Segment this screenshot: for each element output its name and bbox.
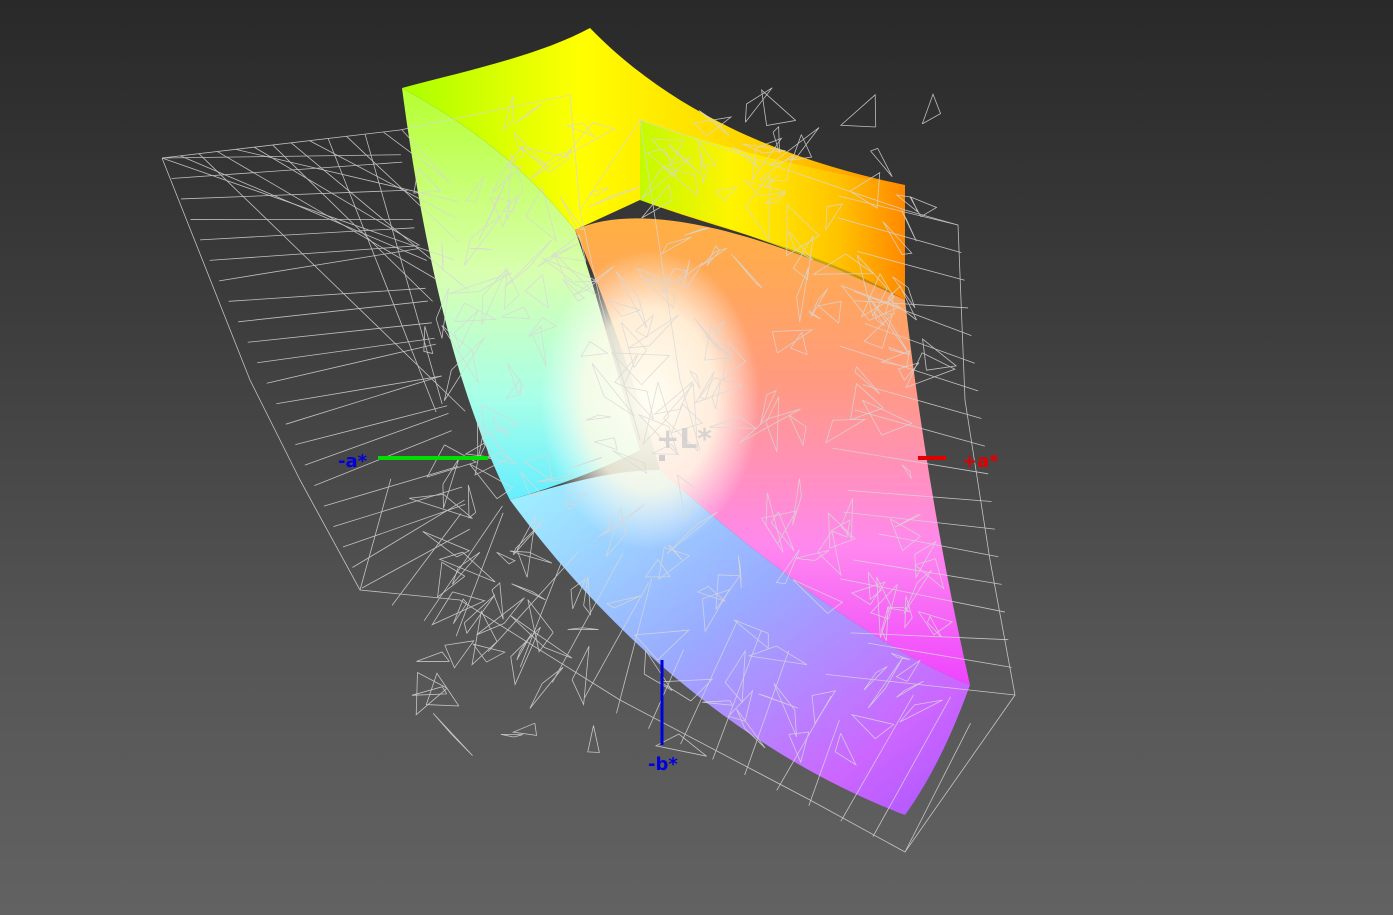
wireframe-line <box>455 512 504 637</box>
wireframe-line <box>219 248 419 282</box>
wireframe-triangle <box>510 626 541 686</box>
wireframe-triangle <box>444 640 475 669</box>
wireframe-triangle <box>529 666 564 709</box>
wireframe-triangle <box>425 672 460 707</box>
wireframe-triangle <box>870 147 893 177</box>
wireframe-line <box>423 505 503 622</box>
cielab-gamut-plot: +L* +a* -a* -b* <box>161 28 1016 853</box>
wireframe-line <box>161 157 455 261</box>
wireframe-triangle <box>744 87 773 123</box>
gamut-white-core <box>540 250 760 550</box>
wireframe-triangle <box>909 196 938 218</box>
wireframe-triangle <box>511 722 538 736</box>
wireframe-line <box>171 161 403 179</box>
wireframe-triangle <box>463 594 496 635</box>
wireframe-line <box>519 561 563 668</box>
wireframe-line <box>361 528 471 589</box>
wireframe-line <box>295 405 448 446</box>
a-negative-axis-label: -a* <box>338 451 368 472</box>
l-axis-label: +L* <box>656 422 712 455</box>
wireframe-triangle <box>512 520 544 556</box>
wireframe-triangle <box>654 733 707 757</box>
wireframe-triangle <box>567 627 599 630</box>
wireframe-line <box>228 287 426 302</box>
wireframe-triangle <box>500 734 523 738</box>
wireframe-line <box>209 245 418 261</box>
wireframe-line <box>391 513 462 606</box>
wireframe-line <box>323 465 459 507</box>
wireframe-triangle <box>511 583 546 601</box>
wireframe-line <box>161 154 401 159</box>
gamut-3d-viewport[interactable]: +L* +a* -a* -b* <box>0 0 1393 915</box>
wireframe-triangle <box>921 93 942 125</box>
wireframe-triangle <box>496 551 516 565</box>
wireframe-line <box>285 375 442 425</box>
wireframe-line <box>200 227 415 241</box>
wireframe-line <box>254 146 420 246</box>
wireframe-triangle <box>839 93 877 128</box>
b-negative-axis-label: -b* <box>648 754 678 775</box>
wireframe-triangle <box>422 531 471 558</box>
wireframe-triangle <box>467 484 477 519</box>
wireframe-line <box>181 189 408 200</box>
wireframe-triangle <box>491 582 504 620</box>
wireframe-line <box>276 375 442 405</box>
wireframe-line <box>247 322 432 343</box>
wireframe-line <box>272 144 433 302</box>
wireframe-triangle <box>409 493 473 519</box>
wireframe-line <box>359 478 392 591</box>
a-positive-axis-label: +a* <box>962 451 999 472</box>
wireframe-triangle <box>432 713 473 756</box>
wireframe-triangle <box>416 651 450 662</box>
wireframe-triangle <box>587 725 600 753</box>
l-axis-marker <box>659 455 665 461</box>
wireframe-triangle <box>471 610 498 666</box>
wireframe-triangle <box>426 444 478 478</box>
